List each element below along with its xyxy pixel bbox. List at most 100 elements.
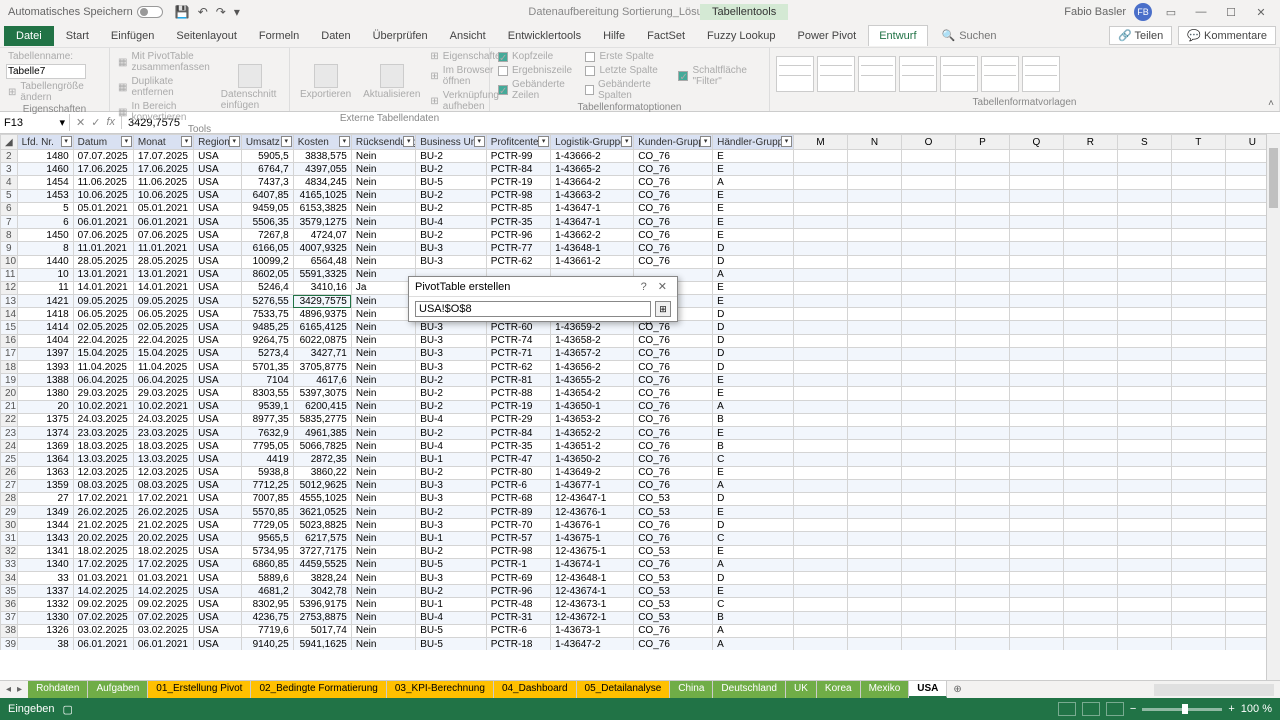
cell[interactable]: 08.03.2025 xyxy=(133,479,193,492)
cell[interactable] xyxy=(1171,624,1225,637)
cell[interactable]: PCTR-98 xyxy=(486,545,550,558)
cell[interactable]: BU-3 xyxy=(416,361,487,374)
cell[interactable]: E xyxy=(713,374,794,387)
cell[interactable] xyxy=(902,545,956,558)
cell[interactable] xyxy=(794,295,848,308)
cell[interactable] xyxy=(1117,532,1171,545)
cell[interactable] xyxy=(902,202,956,215)
cell[interactable]: CO_76 xyxy=(634,334,713,347)
cell[interactable]: CO_53 xyxy=(634,611,713,624)
cell[interactable]: 1-43655-2 xyxy=(551,374,634,387)
cell[interactable]: PCTR-77 xyxy=(486,242,550,255)
cell[interactable]: 1-43665-2 xyxy=(551,163,634,176)
cell[interactable]: 8302,95 xyxy=(241,598,293,611)
cell[interactable]: 06.01.2021 xyxy=(133,215,193,228)
cell[interactable] xyxy=(1009,466,1063,479)
cell[interactable]: CO_76 xyxy=(634,624,713,637)
row-header[interactable]: 29 xyxy=(1,506,18,519)
tab-fuzzylookup[interactable]: Fuzzy Lookup xyxy=(697,26,785,46)
sheet-tab[interactable]: Aufgaben xyxy=(88,681,148,698)
cell[interactable] xyxy=(794,374,848,387)
col-letter[interactable]: M xyxy=(794,135,848,150)
cell[interactable]: PCTR-35 xyxy=(486,440,550,453)
cell[interactable] xyxy=(1171,440,1225,453)
cell[interactable]: PCTR-47 xyxy=(486,453,550,466)
cell[interactable] xyxy=(848,281,902,294)
cell[interactable] xyxy=(902,400,956,413)
cell[interactable]: 1-43676-1 xyxy=(551,519,634,532)
cell[interactable] xyxy=(902,637,956,650)
cell[interactable] xyxy=(1171,189,1225,202)
cell[interactable] xyxy=(1063,519,1117,532)
cell[interactable]: BU-3 xyxy=(416,321,487,334)
cell[interactable] xyxy=(902,585,956,598)
cell[interactable]: Nein xyxy=(351,361,415,374)
cell[interactable]: BU-1 xyxy=(416,598,487,611)
minimize-icon[interactable]: — xyxy=(1190,6,1212,18)
cell[interactable]: 09.05.2025 xyxy=(73,295,133,308)
col-letter[interactable]: S xyxy=(1117,135,1171,150)
cell[interactable]: 1-43648-1 xyxy=(551,242,634,255)
row-header[interactable]: 14 xyxy=(1,308,18,321)
cell[interactable] xyxy=(1117,506,1171,519)
cell[interactable] xyxy=(848,426,902,439)
cell[interactable] xyxy=(902,215,956,228)
cell[interactable]: 01.03.2021 xyxy=(73,572,133,585)
cell[interactable] xyxy=(794,611,848,624)
cell[interactable]: 10 xyxy=(17,268,73,281)
cell[interactable]: 7729,05 xyxy=(241,519,293,532)
sheet-tab[interactable]: 01_Erstellung Pivot xyxy=(148,681,251,698)
cell[interactable]: CO_76 xyxy=(634,374,713,387)
cell[interactable]: E xyxy=(713,281,794,294)
cell[interactable] xyxy=(1117,519,1171,532)
sheet-tab[interactable]: Rohdaten xyxy=(28,681,88,698)
cell[interactable]: USA xyxy=(194,308,242,321)
cell[interactable]: 7632,9 xyxy=(241,426,293,439)
cell[interactable]: E xyxy=(713,202,794,215)
cell[interactable] xyxy=(794,281,848,294)
cell[interactable] xyxy=(1063,506,1117,519)
row-header[interactable]: 36 xyxy=(1,598,18,611)
cell[interactable]: USA xyxy=(194,545,242,558)
cell[interactable] xyxy=(1117,308,1171,321)
cell[interactable] xyxy=(1117,400,1171,413)
cell[interactable]: 17.02.2021 xyxy=(133,492,193,505)
cell[interactable] xyxy=(1009,624,1063,637)
cell[interactable]: Nein xyxy=(351,202,415,215)
cell[interactable]: 20.02.2025 xyxy=(73,532,133,545)
cancel-edit-icon[interactable]: ✕ xyxy=(76,116,85,129)
cell[interactable] xyxy=(848,229,902,242)
cell[interactable] xyxy=(1063,374,1117,387)
cell[interactable] xyxy=(955,400,1009,413)
cell[interactable] xyxy=(848,519,902,532)
cell[interactable] xyxy=(1009,176,1063,189)
cell[interactable]: 17.07.2025 xyxy=(133,150,193,163)
cell[interactable] xyxy=(1009,189,1063,202)
row-header[interactable]: 21 xyxy=(1,400,18,413)
cell[interactable] xyxy=(794,413,848,426)
cell[interactable]: D xyxy=(713,492,794,505)
cell[interactable] xyxy=(1063,598,1117,611)
col-header[interactable]: Monat▾ xyxy=(133,135,193,150)
cell[interactable] xyxy=(1063,387,1117,400)
cell[interactable] xyxy=(1063,229,1117,242)
cell[interactable]: 1-43650-1 xyxy=(551,400,634,413)
cell[interactable] xyxy=(1009,492,1063,505)
cell[interactable]: BU-3 xyxy=(416,479,487,492)
cell[interactable] xyxy=(902,268,956,281)
cell[interactable] xyxy=(1171,466,1225,479)
cell[interactable]: USA xyxy=(194,572,242,585)
cell[interactable]: 17.02.2025 xyxy=(133,558,193,571)
cell[interactable]: USA xyxy=(194,361,242,374)
cell[interactable] xyxy=(955,176,1009,189)
cell[interactable] xyxy=(1171,202,1225,215)
cell[interactable]: USA xyxy=(194,229,242,242)
cell[interactable] xyxy=(955,479,1009,492)
cell[interactable] xyxy=(1009,426,1063,439)
cell[interactable] xyxy=(1171,255,1225,268)
cell[interactable]: E xyxy=(713,295,794,308)
cell[interactable]: 08.03.2025 xyxy=(73,479,133,492)
cell[interactable]: 9264,75 xyxy=(241,334,293,347)
user-avatar[interactable]: FB xyxy=(1134,3,1152,21)
cell[interactable] xyxy=(1009,532,1063,545)
